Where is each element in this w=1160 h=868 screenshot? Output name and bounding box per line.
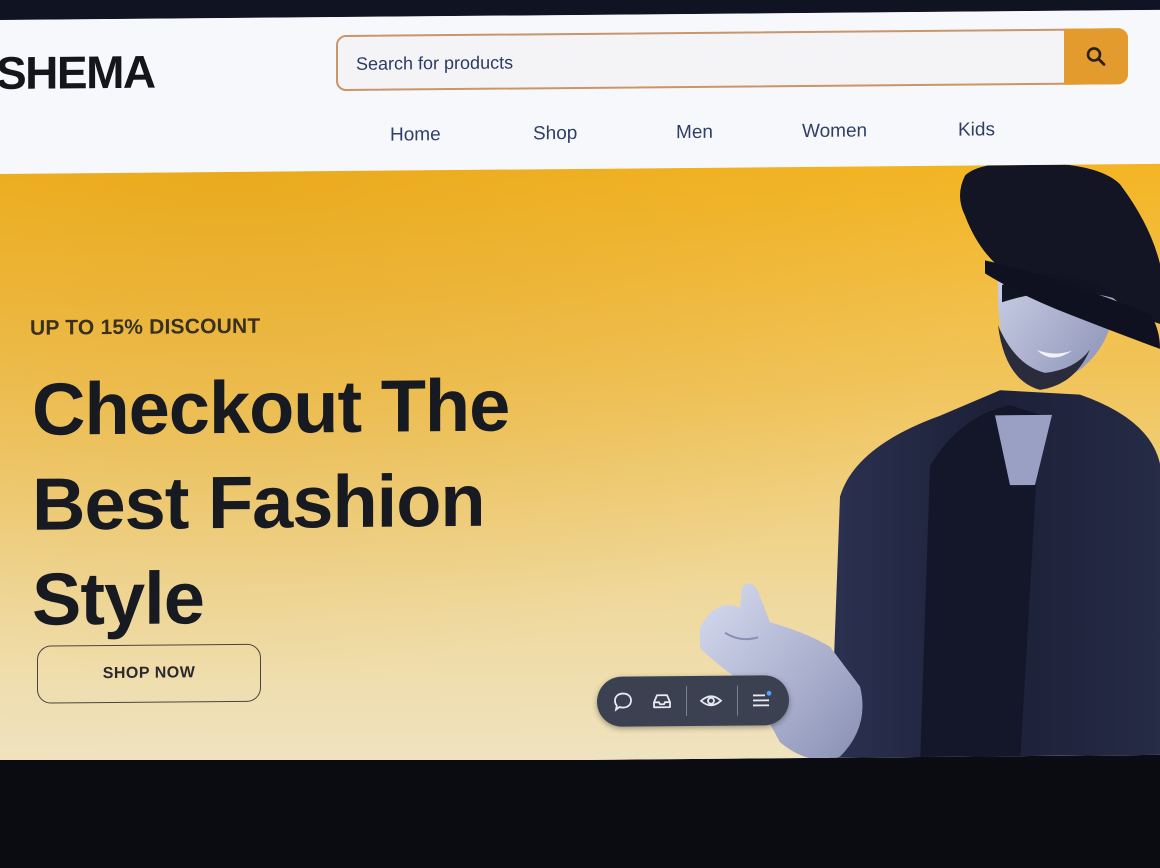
hero-headline-line-2: Best Fashion [32, 458, 485, 546]
hero-banner: UP TO 15% DISCOUNT Checkout The Best Fas… [0, 163, 1160, 766]
main-nav: Home Shop Men Women Kids [0, 118, 1160, 172]
menu-list-icon[interactable] [748, 686, 776, 714]
hero-headline: Checkout The Best Fashion Style [32, 357, 592, 647]
chat-bubble-icon[interactable] [609, 687, 637, 715]
search-icon [1086, 47, 1106, 66]
hero-discount-label: UP TO 15% DISCOUNT [30, 314, 261, 340]
nav-shop[interactable]: Shop [533, 123, 577, 145]
floating-toolbar [597, 675, 789, 727]
hero-headline-line-1: Checkout The [32, 363, 510, 451]
bottom-bezel [0, 760, 1160, 868]
search-bar [336, 28, 1128, 92]
toolbar-divider [686, 686, 687, 717]
nav-home[interactable]: Home [390, 124, 441, 146]
nav-men[interactable]: Men [676, 122, 713, 144]
nav-women[interactable]: Women [802, 120, 867, 143]
browser-viewport: SHEMA Home Shop Men Women Kids UP TO 15%… [0, 9, 1160, 766]
toolbar-divider [737, 685, 738, 716]
search-input[interactable] [354, 30, 1058, 91]
search-button[interactable] [1064, 28, 1128, 85]
shop-now-button[interactable]: SHOP NOW [37, 643, 261, 704]
nav-kids[interactable]: Kids [958, 119, 995, 141]
site-header: SHEMA Home Shop Men Women Kids [0, 9, 1160, 175]
hero-headline-line-3: Style [32, 556, 204, 641]
inbox-tray-icon[interactable] [648, 687, 676, 715]
site-logo[interactable]: SHEMA [0, 45, 155, 100]
eye-icon[interactable] [697, 687, 725, 715]
